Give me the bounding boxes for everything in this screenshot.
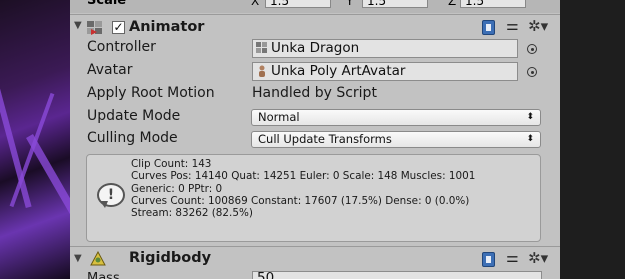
- avatar-row: Avatar Unka Poly ArtAvatar: [70, 62, 560, 82]
- update-mode-label: Update Mode: [87, 108, 181, 124]
- avatar-label: Avatar: [87, 62, 133, 78]
- avatar-field[interactable]: Unka Poly ArtAvatar: [252, 62, 518, 81]
- mass-label: Mass: [87, 271, 120, 279]
- curves-count-line: Curves Count: 100869 Constant: 17607 (17…: [131, 194, 470, 207]
- apply-root-motion-row: Apply Root Motion Handled by Script: [70, 85, 560, 105]
- culling-mode-label: Culling Mode: [87, 130, 178, 146]
- speech-bubble-tail: [100, 201, 108, 208]
- update-mode-value: Normal: [258, 110, 300, 124]
- z-label: Z: [448, 0, 457, 8]
- controller-row: Controller Unka Dragon: [70, 39, 560, 59]
- gear-icon[interactable]: ✲▾: [528, 17, 548, 35]
- animator-icon: [87, 21, 104, 36]
- scale-z-field[interactable]: 1.5: [460, 0, 526, 8]
- scale-y-field[interactable]: 1.5: [362, 0, 428, 8]
- rigidbody-icon: [90, 250, 106, 267]
- sliders-icon[interactable]: ⚌: [506, 250, 519, 266]
- stream-line: Stream: 83262 (82.5%): [131, 207, 253, 220]
- curves-pos-line: Curves Pos: 14140 Quat: 14251 Euler: 0 S…: [131, 170, 476, 183]
- animator-info-box: ! Clip Count: 143 Curves Pos: 14140 Quat…: [86, 154, 541, 242]
- scale-x-field[interactable]: 1.5: [265, 0, 331, 8]
- culling-mode-row: Culling Mode Cull Update Transforms ⬍: [70, 130, 560, 150]
- sliders-icon[interactable]: ⚌: [506, 18, 519, 34]
- avatar-icon: [257, 65, 267, 78]
- update-mode-row: Update Mode Normal ⬍: [70, 108, 560, 128]
- x-label: X: [251, 0, 260, 8]
- clip-count-line: Clip Count: 143: [131, 158, 212, 170]
- book-icon[interactable]: [482, 252, 495, 267]
- y-label: Y: [346, 0, 354, 8]
- apply-root-motion-value: Handled by Script: [252, 85, 377, 101]
- animator-title: Animator: [129, 19, 205, 35]
- animator-controller-icon: [256, 42, 267, 53]
- inspector-panel: Scale X 1.5 Y 1.5 Z 1.5 ▼ ✓ Animator ⚌ ✲…: [70, 0, 560, 279]
- culling-mode-value: Cull Update Transforms: [258, 132, 392, 146]
- apply-root-motion-label: Apply Root Motion: [87, 85, 215, 101]
- book-icon[interactable]: [482, 20, 495, 35]
- dropdown-arrow-icon: ⬍: [526, 112, 534, 122]
- divider: [70, 14, 560, 15]
- triangle-down-icon[interactable]: ▼: [74, 253, 82, 264]
- mass-row: Mass 50: [70, 271, 560, 279]
- scene-view[interactable]: [0, 0, 78, 279]
- rigidbody-header[interactable]: ▼ Rigidbody ⚌ ✲▾: [70, 249, 560, 271]
- info-text: Clip Count: 143 Curves Pos: 14140 Quat: …: [131, 158, 475, 219]
- controller-field[interactable]: Unka Dragon: [252, 39, 518, 58]
- scale-label: Scale: [87, 0, 127, 8]
- dropdown-arrow-icon: ⬍: [526, 134, 534, 144]
- divider: [70, 246, 560, 247]
- right-edge-panel: [560, 0, 625, 279]
- gear-icon[interactable]: ✲▾: [528, 249, 548, 267]
- object-picker-icon[interactable]: [527, 67, 537, 77]
- generic-line: Generic: 0 PPtr: 0: [131, 182, 223, 195]
- object-picker-icon[interactable]: [527, 44, 537, 54]
- rigidbody-title: Rigidbody: [129, 250, 212, 266]
- controller-label: Controller: [87, 39, 156, 55]
- culling-mode-dropdown[interactable]: Cull Update Transforms ⬍: [251, 131, 541, 148]
- scale-row: Scale X 1.5 Y 1.5 Z 1.5: [70, 0, 560, 13]
- update-mode-dropdown[interactable]: Normal ⬍: [251, 109, 541, 126]
- avatar-value: Unka Poly ArtAvatar: [271, 63, 406, 79]
- mass-field[interactable]: 50: [252, 271, 542, 279]
- animator-header[interactable]: ▼ ✓ Animator ⚌ ✲▾: [70, 16, 560, 40]
- controller-value: Unka Dragon: [271, 40, 360, 56]
- animator-enabled-checkbox[interactable]: ✓: [112, 21, 125, 34]
- scene-streak: [0, 51, 32, 209]
- triangle-down-icon[interactable]: ▼: [74, 20, 82, 31]
